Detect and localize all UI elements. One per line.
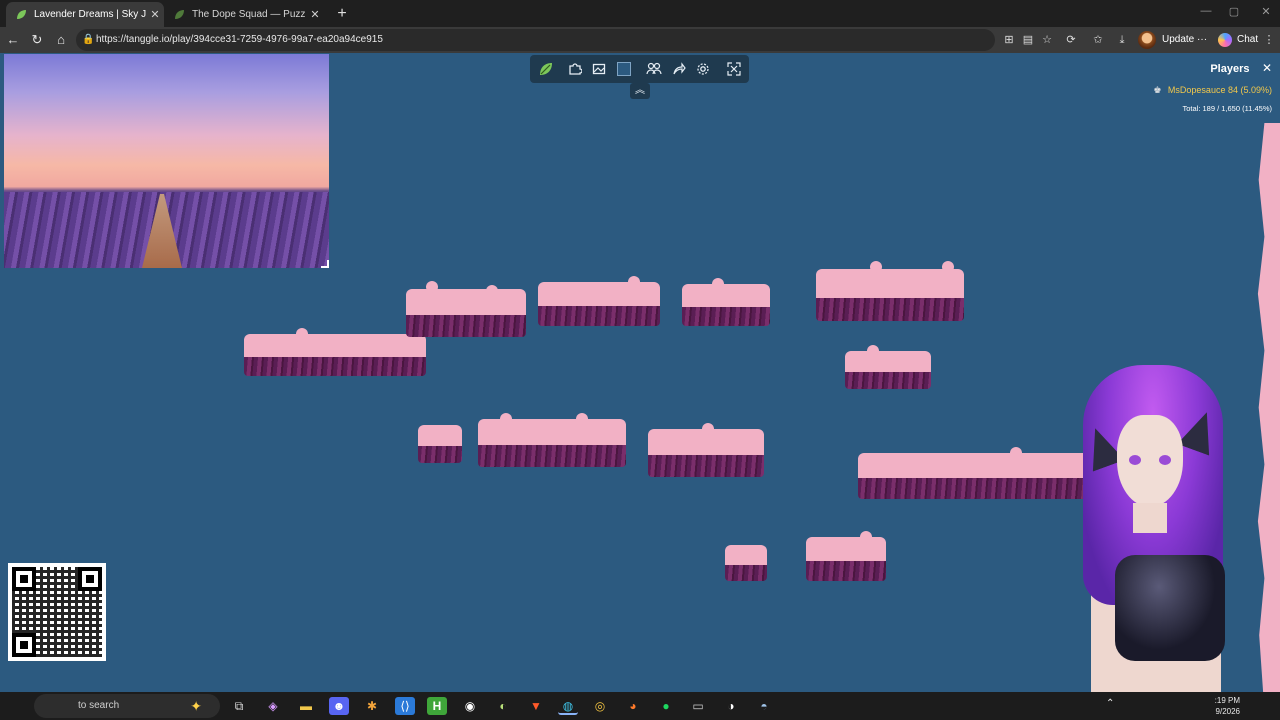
chrome-icon[interactable]: ◎ — [590, 697, 610, 715]
resize-handle-icon[interactable] — [321, 260, 329, 268]
browser-toolbar: ← ↻ ⌂ 🔒 https://tanggle.io/play/394cce31… — [0, 27, 1280, 53]
vtuber-avatar — [1055, 355, 1280, 692]
favorite-star-icon[interactable]: ☆ — [1038, 31, 1056, 49]
player-score: 84 (5.09%) — [1227, 85, 1272, 95]
piece-cluster[interactable] — [244, 328, 426, 376]
update-button[interactable]: Update ··· — [1162, 31, 1207, 49]
copilot-sparkle-icon[interactable]: ✦ — [190, 694, 202, 718]
piece-cluster[interactable] — [406, 281, 526, 337]
settings-more-icon[interactable]: ⋮ — [1260, 31, 1278, 49]
app-icon[interactable]: ✱ — [362, 697, 382, 715]
tab-title: Lavender Dreams | Sky Jigsaw — [34, 9, 146, 20]
player-avatar-icon: ♚ — [1153, 85, 1162, 95]
spotify-icon[interactable]: ● — [656, 697, 676, 715]
tanggle-favicon-icon — [172, 8, 186, 22]
extensions-icon[interactable]: ⟳ — [1062, 31, 1080, 49]
settings-icon[interactable] — [691, 58, 715, 80]
total-progress: Total: 189 / 1,650 (11.45%) — [1182, 104, 1272, 113]
reading-view-icon[interactable]: ▤ — [1019, 31, 1037, 49]
tanggle-favicon-icon — [14, 8, 28, 22]
downloads-icon[interactable]: ⤓ — [1113, 31, 1131, 49]
close-tab-icon[interactable]: ✕ — [146, 8, 164, 21]
piece[interactable] — [418, 425, 462, 463]
image-icon[interactable] — [587, 58, 611, 80]
edge-icon[interactable]: ◍ — [558, 697, 578, 715]
color-swatch-icon[interactable] — [612, 58, 636, 80]
tray-chevron-icon[interactable]: ⌃ — [1106, 698, 1114, 709]
app-icon[interactable]: ▭ — [688, 697, 708, 715]
piece-cluster[interactable] — [816, 261, 964, 321]
vscode-icon[interactable]: ⟨⟩ — [395, 697, 415, 715]
piece-cluster[interactable] — [538, 276, 660, 326]
address-bar[interactable]: 🔒 https://tanggle.io/play/394cce31-7259-… — [76, 29, 995, 51]
more-icon[interactable]: ··· — [1197, 34, 1207, 45]
piece-cluster[interactable] — [478, 413, 626, 467]
close-window-button[interactable]: ✕ — [1256, 5, 1276, 18]
clock[interactable]: :19 PM 9/2026 — [1206, 695, 1240, 717]
close-tab-icon[interactable]: ✕ — [306, 8, 324, 21]
players-panel-header: Players ✕ — [1210, 59, 1272, 77]
search-placeholder: to search — [78, 700, 120, 711]
app-install-icon[interactable]: ⊞ — [1000, 31, 1018, 49]
profile-avatar[interactable] — [1138, 31, 1156, 49]
discord-icon[interactable]: ☻ — [329, 697, 349, 715]
refresh-icon[interactable]: ↻ — [27, 30, 47, 50]
search-box[interactable]: to search ✦ — [34, 694, 220, 718]
fullscreen-icon[interactable] — [722, 58, 746, 80]
app-icon[interactable]: ◐ — [493, 697, 513, 715]
copilot-icon — [1218, 33, 1232, 47]
app-icon[interactable]: ◑ — [721, 697, 741, 715]
share-icon[interactable] — [667, 58, 691, 80]
piece[interactable] — [725, 545, 767, 581]
copilot-chat-button[interactable]: Chat — [1218, 31, 1258, 49]
player-entry: ♚ MsDopesauce 84 (5.09%) — [1153, 85, 1272, 96]
back-arrow-icon[interactable]: ← — [3, 30, 23, 50]
url-text: https://tanggle.io/play/394cce31-7259-49… — [96, 34, 383, 45]
screen: Lavender Dreams | Sky Jigsaw ✕ The Dope … — [0, 0, 1280, 720]
collapse-toolbar-icon[interactable]: ︽ — [630, 83, 650, 99]
puzzle-piece-icon[interactable] — [563, 58, 587, 80]
tab-bar: Lavender Dreams | Sky Jigsaw ✕ The Dope … — [0, 0, 1280, 27]
players-icon[interactable] — [642, 58, 666, 80]
maximize-button[interactable]: ▢ — [1224, 5, 1244, 18]
clock-time: :19 PM — [1214, 696, 1240, 705]
steam-icon[interactable]: ◓ — [754, 697, 774, 715]
new-tab-button[interactable]: + — [332, 4, 352, 24]
piece-cluster[interactable] — [806, 531, 886, 581]
firefox-icon[interactable]: ◕ — [623, 697, 643, 715]
close-icon[interactable]: ✕ — [1262, 61, 1272, 75]
tab-dope-squad[interactable]: The Dope Squad — Puzzles ✕ — [164, 2, 324, 27]
tab-title: The Dope Squad — Puzzles — [192, 9, 306, 20]
piece-cluster[interactable] — [648, 423, 764, 477]
minimize-button[interactable]: — — [1196, 5, 1216, 17]
brave-icon[interactable]: ▼ — [526, 697, 546, 715]
clock-date: 9/2026 — [1215, 707, 1240, 716]
piece-cluster[interactable] — [845, 345, 931, 389]
piece-cluster[interactable] — [682, 278, 770, 326]
favorites-icon[interactable]: ✩ — [1089, 31, 1107, 49]
hotspot-icon[interactable]: H — [427, 697, 447, 715]
puzzle-toolbar — [530, 55, 749, 83]
taskbar: to search ✦ ⧉ ◈ ▬ ☻ ✱ ⟨⟩ H ◉ ◐ ▼ ◍ ◎ ◕ ●… — [0, 692, 1280, 720]
lock-icon: 🔒 — [82, 34, 95, 45]
players-title: Players — [1210, 63, 1250, 75]
home-icon[interactable]: ⌂ — [51, 30, 71, 50]
copilot-icon[interactable]: ◈ — [263, 697, 283, 715]
reference-image[interactable] — [4, 54, 329, 268]
task-view-icon[interactable]: ⧉ — [229, 697, 249, 715]
file-explorer-icon[interactable]: ▬ — [296, 697, 316, 715]
tab-lavender-dreams[interactable]: Lavender Dreams | Sky Jigsaw ✕ — [6, 2, 164, 27]
player-name: MsDopesauce — [1167, 85, 1226, 95]
obs-icon[interactable]: ◉ — [460, 697, 480, 715]
qr-code — [8, 563, 106, 661]
tanggle-logo-icon[interactable] — [536, 60, 556, 78]
